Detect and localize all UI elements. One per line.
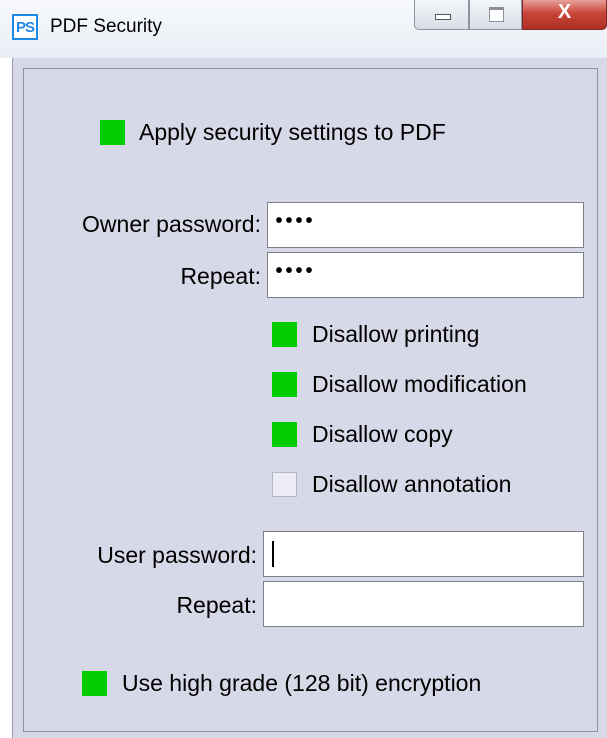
settings-panel: Apply security settings to PDF Owner pas… bbox=[23, 68, 598, 732]
user-password-input[interactable] bbox=[263, 531, 584, 577]
user-password-label: User password: bbox=[97, 542, 257, 568]
disallow-copy-label: Disallow copy bbox=[312, 421, 453, 447]
window-title: PDF Security bbox=[50, 16, 162, 37]
apply-security-label: Apply security settings to PDF bbox=[139, 119, 446, 145]
user-repeat-input[interactable] bbox=[263, 581, 584, 627]
close-icon: X bbox=[557, 1, 572, 23]
app-icon: PS bbox=[12, 14, 38, 40]
disallow-copy-checkbox[interactable] bbox=[272, 422, 297, 447]
owner-repeat-input[interactable]: •••• bbox=[267, 252, 584, 298]
disallow-modification-checkbox[interactable] bbox=[272, 372, 297, 397]
minimize-icon bbox=[435, 14, 451, 20]
owner-password-input[interactable]: •••• bbox=[267, 202, 584, 248]
maximize-button[interactable] bbox=[469, 0, 522, 30]
text-caret bbox=[272, 541, 274, 567]
owner-repeat-label: Repeat: bbox=[180, 263, 261, 289]
disallow-annotation-label: Disallow annotation bbox=[312, 471, 512, 497]
title-bar[interactable]: PS PDF Security X bbox=[0, 0, 607, 58]
close-button[interactable]: X bbox=[522, 0, 607, 30]
dialog-body: Apply security settings to PDF Owner pas… bbox=[12, 58, 607, 738]
apply-security-checkbox[interactable] bbox=[100, 120, 125, 145]
minimize-button[interactable] bbox=[414, 0, 469, 30]
maximize-icon bbox=[489, 7, 504, 22]
user-repeat-label: Repeat: bbox=[176, 592, 257, 618]
disallow-annotation-checkbox[interactable] bbox=[272, 472, 297, 497]
owner-password-label: Owner password: bbox=[82, 211, 261, 237]
disallow-modification-label: Disallow modification bbox=[312, 371, 527, 397]
disallow-printing-checkbox[interactable] bbox=[272, 322, 297, 347]
high-grade-encryption-label: Use high grade (128 bit) encryption bbox=[122, 670, 482, 696]
disallow-printing-label: Disallow printing bbox=[312, 321, 480, 347]
high-grade-encryption-checkbox[interactable] bbox=[82, 671, 107, 696]
